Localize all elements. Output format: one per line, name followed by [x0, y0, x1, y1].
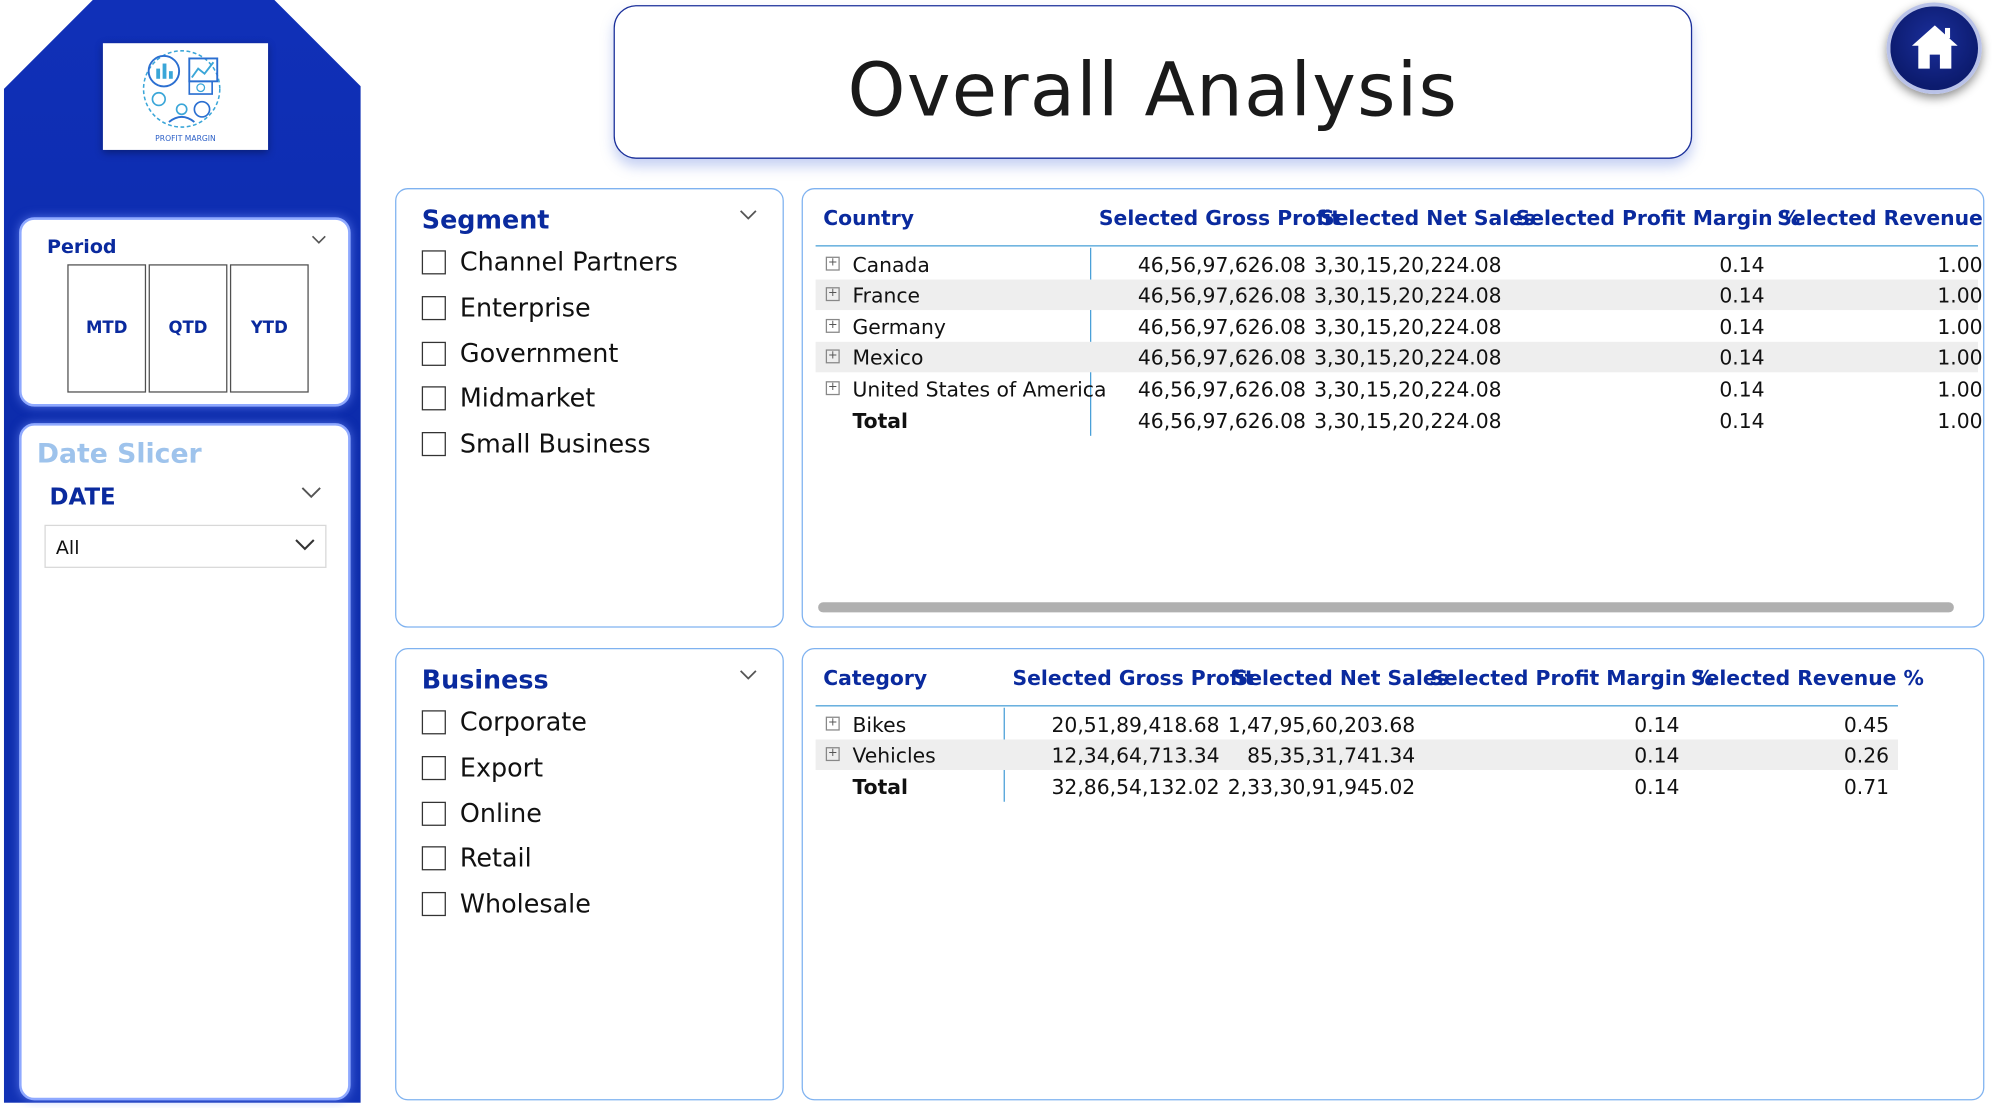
period-button-ytd[interactable]: YTD [229, 264, 309, 393]
logo-caption: PROFIT MARGIN [155, 134, 216, 144]
segment-item[interactable]: Channel Partners [421, 246, 678, 277]
date-dropdown-value: All [55, 536, 80, 560]
expand-icon[interactable]: + [825, 349, 840, 364]
segment-item[interactable]: Government [421, 338, 618, 368]
expand-icon[interactable]: + [825, 716, 840, 731]
date-field-label: DATE [49, 484, 116, 511]
segment-item[interactable]: Midmarket [421, 382, 595, 413]
table-row[interactable]: + Mexico 46,56,97,626.08 3,30,15,20,224.… [815, 341, 1983, 373]
chevron-down-icon[interactable] [311, 235, 326, 245]
checkbox[interactable] [421, 431, 446, 456]
period-slicer: Period MTD QTD YTD [19, 217, 351, 407]
period-button-mtd[interactable]: MTD [67, 264, 147, 393]
home-icon [1911, 25, 1958, 69]
period-button-qtd[interactable]: QTD [148, 264, 228, 393]
expand-icon[interactable]: + [825, 256, 840, 271]
business-item[interactable]: Corporate [421, 706, 587, 737]
checkbox[interactable] [421, 801, 446, 826]
category-table: Category Selected Gross Profit Selected … [801, 648, 1985, 1101]
date-slicer: Date Slicer DATE All [19, 423, 351, 1101]
business-title: Business [421, 664, 549, 696]
column-header-revenue[interactable]: Selected Revenue % [1777, 206, 1983, 230]
segment-slicer: Segment Channel Partners Enterprise Gove… [395, 188, 784, 628]
checkbox[interactable] [421, 295, 446, 320]
column-header-country[interactable]: Country [823, 206, 914, 230]
chevron-down-icon [295, 539, 315, 551]
date-dropdown[interactable]: All [44, 524, 327, 568]
table-row[interactable]: + Bikes 20,51,89,418.68 1,47,95,60,203.6… [816, 709, 1898, 739]
checkbox[interactable] [421, 709, 446, 734]
table-total-row: Total 46,56,97,626.08 3,30,15,20,224.08 … [852, 409, 1983, 434]
date-slicer-title: Date Slicer [36, 438, 202, 469]
segment-title: Segment [421, 204, 550, 236]
business-slicer: Business Corporate Export Online Retail … [395, 648, 784, 1101]
table-row[interactable]: + Germany 46,56,97,626.08 3,30,15,20,224… [816, 311, 1983, 341]
table-row[interactable]: + France 46,56,97,626.08 3,30,15,20,224.… [815, 279, 1983, 311]
page-title-box: Overall Analysis [613, 5, 1693, 159]
checkbox[interactable] [421, 755, 446, 780]
table-row[interactable]: + United States of America 46,56,97,626.… [816, 374, 1983, 404]
period-title: Period [47, 235, 117, 258]
expand-icon[interactable]: + [825, 287, 840, 302]
page-title: Overall Analysis [847, 47, 1459, 134]
table-total-row: Total 32,86,54,132.02 2,33,30,91,945.02 … [852, 775, 1890, 800]
business-item[interactable]: Retail [421, 842, 532, 873]
header-divider [815, 245, 1979, 247]
segment-item[interactable]: Small Business [421, 428, 651, 459]
table-row[interactable]: + Vehicles 12,34,64,713.34 85,35,31,741.… [815, 739, 1898, 770]
country-table: Country Selected Gross Profit Selected N… [801, 188, 1985, 628]
checkbox[interactable] [421, 341, 446, 366]
column-header-profit-margin[interactable]: Selected Profit Margin % [1516, 206, 1801, 230]
column-header-profit-margin[interactable]: Selected Profit Margin % [1429, 666, 1714, 690]
checkbox[interactable] [421, 845, 446, 870]
table-row[interactable]: + Canada 46,56,97,626.08 3,30,15,20,224.… [816, 249, 1983, 279]
logo: PROFIT MARGIN [102, 43, 269, 150]
checkbox[interactable] [421, 249, 446, 274]
header-divider [815, 705, 1898, 707]
home-button[interactable] [1886, 2, 1982, 95]
checkbox[interactable] [421, 891, 446, 916]
column-header-net-sales[interactable]: Selected Net Sales [1234, 666, 1449, 690]
segment-item[interactable]: Enterprise [421, 292, 591, 323]
business-item[interactable]: Online [421, 798, 542, 828]
business-item[interactable]: Wholesale [421, 888, 591, 919]
chevron-down-icon[interactable] [739, 670, 757, 681]
chevron-down-icon[interactable] [739, 210, 757, 221]
column-header-gross-profit[interactable]: Selected Gross Profit [1099, 206, 1341, 230]
checkbox[interactable] [421, 385, 446, 410]
column-header-revenue[interactable]: Selected Revenue % [1691, 666, 1924, 690]
chevron-down-icon[interactable] [301, 487, 321, 500]
expand-icon[interactable]: + [825, 318, 840, 333]
column-header-gross-profit[interactable]: Selected Gross Profit [1013, 666, 1255, 690]
expand-icon[interactable]: + [825, 381, 840, 396]
horizontal-scrollbar[interactable] [818, 602, 1954, 613]
column-header-category[interactable]: Category [823, 666, 927, 690]
expand-icon[interactable]: + [825, 747, 840, 762]
business-item[interactable]: Export [421, 752, 543, 783]
column-header-net-sales[interactable]: Selected Net Sales [1320, 206, 1535, 230]
